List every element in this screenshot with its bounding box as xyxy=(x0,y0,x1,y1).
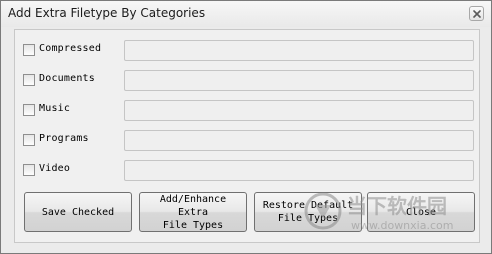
music-extensions-field[interactable] xyxy=(124,100,474,121)
dialog-window: Add Extra Filetype By Categories Compres… xyxy=(0,0,492,254)
close-icon xyxy=(473,10,481,18)
window-title: Add Extra Filetype By Categories xyxy=(8,6,206,20)
categories-panel: Compressed Documents Music Programs Vide… xyxy=(14,29,480,243)
video-extensions-field[interactable] xyxy=(124,160,474,181)
video-checkbox[interactable] xyxy=(23,164,35,176)
category-row-video: Video xyxy=(23,160,474,182)
window-close-button[interactable] xyxy=(469,6,484,21)
music-label[interactable]: Music xyxy=(39,103,70,114)
video-label[interactable]: Video xyxy=(39,163,70,174)
music-checkbox[interactable] xyxy=(23,104,35,116)
documents-label[interactable]: Documents xyxy=(39,73,95,84)
documents-checkbox[interactable] xyxy=(23,74,35,86)
programs-extensions-field[interactable] xyxy=(124,130,474,151)
programs-label[interactable]: Programs xyxy=(39,133,89,144)
close-button[interactable]: Close xyxy=(367,192,475,232)
compressed-extensions-field[interactable] xyxy=(124,40,474,61)
restore-default-filetypes-button[interactable]: Restore Default File Types xyxy=(254,192,362,232)
compressed-label[interactable]: Compressed xyxy=(39,43,101,54)
compressed-checkbox[interactable] xyxy=(23,44,35,56)
documents-extensions-field[interactable] xyxy=(124,70,474,91)
title-bar[interactable]: Add Extra Filetype By Categories xyxy=(1,1,491,27)
save-checked-button[interactable]: Save Checked xyxy=(24,192,132,232)
category-row-compressed: Compressed xyxy=(23,40,474,62)
category-row-programs: Programs xyxy=(23,130,474,152)
category-row-music: Music xyxy=(23,100,474,122)
category-row-documents: Documents xyxy=(23,70,474,92)
add-enhance-filetypes-button[interactable]: Add/Enhance Extra File Types xyxy=(139,192,247,232)
programs-checkbox[interactable] xyxy=(23,134,35,146)
